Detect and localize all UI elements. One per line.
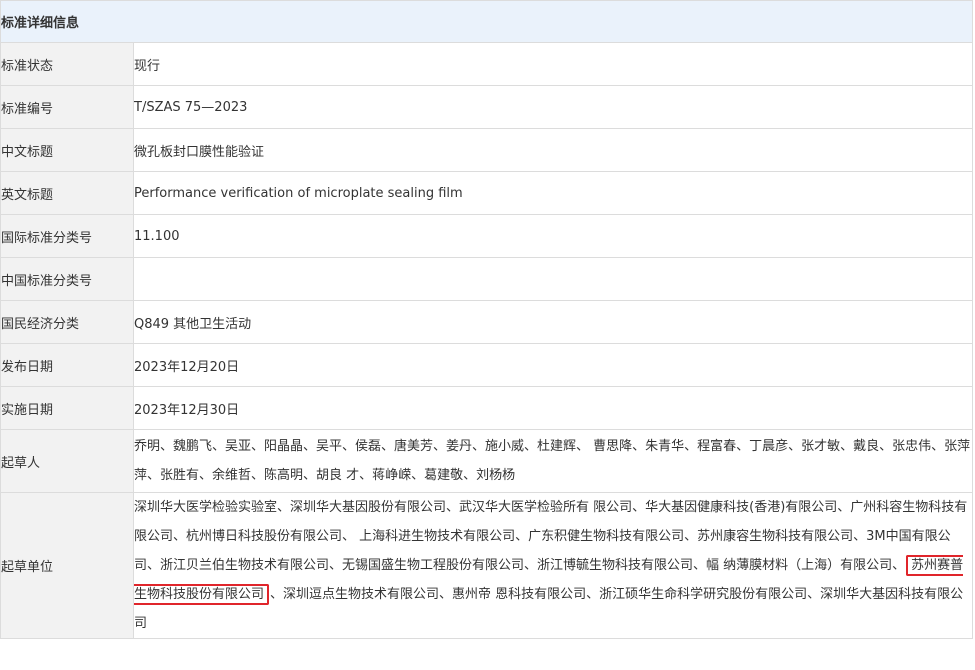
standard-detail-table: 标准详细信息 标准状态 现行 标准编号 T/SZAS 75—2023 中文标题 … bbox=[0, 0, 974, 639]
label-drafters: 起草人 bbox=[0, 429, 134, 493]
row-publish-date: 发布日期 2023年12月20日 bbox=[0, 343, 974, 387]
row-ics-code: 国际标准分类号 11.100 bbox=[0, 214, 974, 258]
label-publish-date: 发布日期 bbox=[0, 343, 134, 387]
value-drafting-units: 深圳华大医学检验实验室、深圳华大基因股份有限公司、武汉华大医学检验所有 限公司、… bbox=[132, 492, 974, 639]
row-effective-date: 实施日期 2023年12月30日 bbox=[0, 386, 974, 430]
value-standard-number: T/SZAS 75—2023 bbox=[132, 85, 974, 129]
value-standard-status: 现行 bbox=[132, 42, 974, 86]
value-effective-date: 2023年12月30日 bbox=[132, 386, 974, 430]
row-ccs-code: 中国标准分类号 bbox=[0, 257, 974, 301]
table-header-row: 标准详细信息 bbox=[0, 0, 974, 43]
label-effective-date: 实施日期 bbox=[0, 386, 134, 430]
label-drafting-units: 起草单位 bbox=[0, 492, 134, 639]
row-drafters: 起草人 乔明、魏鹏飞、吴亚、阳晶晶、吴平、侯磊、唐美芳、姜丹、施小威、杜建辉、 … bbox=[0, 429, 974, 493]
label-ccs-code: 中国标准分类号 bbox=[0, 257, 134, 301]
row-standard-number: 标准编号 T/SZAS 75—2023 bbox=[0, 85, 974, 129]
row-economic-class: 国民经济分类 Q849 其他卫生活动 bbox=[0, 300, 974, 344]
label-standard-number: 标准编号 bbox=[0, 85, 134, 129]
label-standard-status: 标准状态 bbox=[0, 42, 134, 86]
value-english-title: Performance verification of microplate s… bbox=[132, 171, 974, 215]
value-publish-date: 2023年12月20日 bbox=[132, 343, 974, 387]
section-title: 标准详细信息 bbox=[0, 0, 974, 43]
value-ccs-code bbox=[132, 257, 974, 301]
row-english-title: 英文标题 Performance verification of micropl… bbox=[0, 171, 974, 215]
standard-detail-panel: 标准详细信息 标准状态 现行 标准编号 T/SZAS 75—2023 中文标题 … bbox=[0, 0, 974, 639]
label-chinese-title: 中文标题 bbox=[0, 128, 134, 172]
drafting-units-text-before: 深圳华大医学检验实验室、深圳华大基因股份有限公司、武汉华大医学检验所有 限公司、… bbox=[134, 500, 968, 573]
value-economic-class: Q849 其他卫生活动 bbox=[132, 300, 974, 344]
value-chinese-title: 微孔板封口膜性能验证 bbox=[132, 128, 974, 172]
value-drafters: 乔明、魏鹏飞、吴亚、阳晶晶、吴平、侯磊、唐美芳、姜丹、施小威、杜建辉、 曹思降、… bbox=[132, 429, 974, 493]
row-standard-status: 标准状态 现行 bbox=[0, 42, 974, 86]
row-drafting-units: 起草单位 深圳华大医学检验实验室、深圳华大基因股份有限公司、武汉华大医学检验所有… bbox=[0, 492, 974, 639]
value-ics-code: 11.100 bbox=[132, 214, 974, 258]
label-economic-class: 国民经济分类 bbox=[0, 300, 134, 344]
label-english-title: 英文标题 bbox=[0, 171, 134, 215]
row-chinese-title: 中文标题 微孔板封口膜性能验证 bbox=[0, 128, 974, 172]
label-ics-code: 国际标准分类号 bbox=[0, 214, 134, 258]
